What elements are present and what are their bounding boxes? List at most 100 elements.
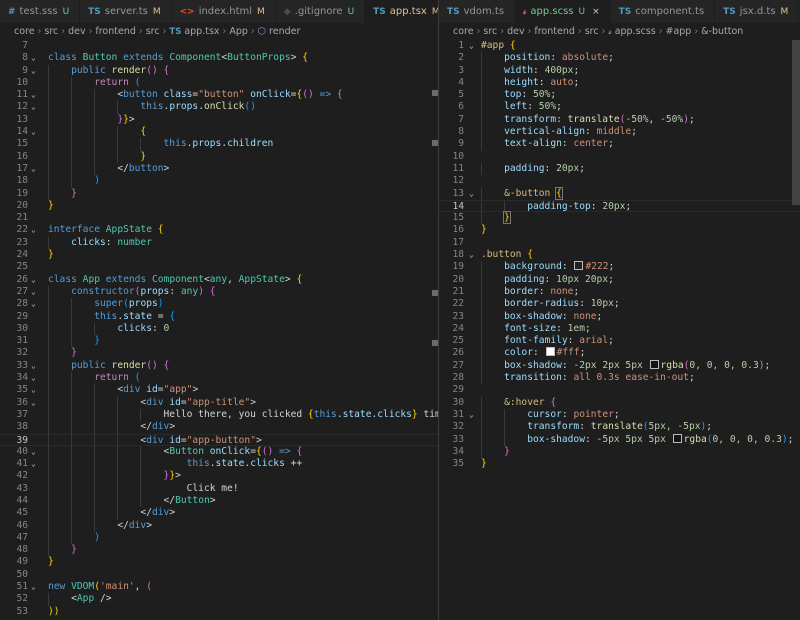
code-line[interactable]: 25 font-family: arial; — [439, 335, 800, 348]
close-icon[interactable]: × — [592, 7, 600, 17]
breadcrumb-file[interactable]: app.tsx — [184, 26, 219, 37]
chevron-down-icon[interactable]: ⌄ — [31, 384, 36, 396]
code-line[interactable]: 37 Hello there, you clicked {this.state.… — [0, 408, 438, 422]
breadcrumb-item[interactable]: src — [146, 26, 160, 37]
code-line[interactable]: 53)) — [0, 606, 438, 618]
code-line[interactable]: 22 border-radius: 10px; — [439, 298, 800, 311]
code-line[interactable]: 5 top: 50%; — [439, 89, 800, 102]
tab-vdom-ts[interactable]: TS vdom.ts — [439, 0, 516, 23]
code-line[interactable]: 46 </div> — [0, 519, 438, 532]
code-line[interactable]: 7 transform: translate(-50%, -50%); — [439, 113, 800, 127]
code-line[interactable]: 26 color: #fff; — [439, 347, 800, 360]
tab-app-tsx[interactable]: TSapp.tsxM× — [365, 0, 438, 23]
code-line[interactable]: 30 clicks: 0 — [0, 322, 438, 336]
chevron-down-icon[interactable]: ⌄ — [31, 101, 36, 113]
code-line[interactable]: 13 }}> — [0, 113, 438, 127]
code-line[interactable]: 17 — [439, 237, 800, 249]
tab-test-sss[interactable]: # test.sss U — [0, 0, 81, 23]
code-line[interactable]: 52 <App /> — [0, 593, 438, 606]
chevron-down-icon[interactable]: ⌄ — [31, 298, 36, 310]
code-line[interactable]: 16} — [439, 224, 800, 236]
breadcrumb-item[interactable]: core — [14, 26, 35, 37]
chevron-down-icon[interactable]: ⌄ — [31, 65, 36, 77]
code-line[interactable]: 13 ⌄ &-button { — [439, 186, 800, 200]
chevron-down-icon[interactable]: ⌄ — [469, 249, 474, 261]
code-line[interactable]: 21 — [0, 212, 438, 224]
code-line[interactable]: 12 — [439, 175, 800, 187]
tab-app-scss[interactable]: 𝓈 app.scss U × — [515, 0, 611, 23]
code-line[interactable]: 8 ⌄ class Button extends Component<ButtonP… — [0, 52, 438, 64]
code-line[interactable]: 19 background: #222; — [439, 261, 800, 274]
breadcrumb-item[interactable]: src — [585, 26, 599, 37]
tab-component-ts[interactable]: TS component.ts — [611, 0, 716, 23]
code-line[interactable]: 27 box-shadow: -2px 2px 5px rgba(0, 0, 0… — [439, 359, 800, 373]
code-line[interactable]: 10 return ( — [0, 76, 438, 90]
tab--gitignore[interactable]: ◆ .gitignore U — [276, 0, 366, 23]
code-line[interactable]: 23 box-shadow: none; — [439, 310, 800, 323]
code-line[interactable]: 6 left: 50%; — [439, 101, 800, 114]
code-line[interactable]: 14 padding-top: 20px; — [439, 199, 800, 213]
chevron-down-icon[interactable]: ⌄ — [31, 126, 36, 138]
code-line[interactable]: 15 this.props.children — [0, 138, 438, 151]
scroll-thumb[interactable] — [792, 40, 800, 205]
breadcrumb-item[interactable]: src — [483, 26, 497, 37]
breadcrumb-item[interactable]: core — [453, 26, 474, 37]
chevron-down-icon[interactable]: ⌄ — [469, 40, 474, 52]
code-line[interactable]: 8 vertical-align: middle; — [439, 126, 800, 139]
code-line[interactable]: 48 } — [0, 544, 438, 557]
tab-index-html[interactable]: <> index.html M — [172, 0, 276, 23]
code-line[interactable]: 12 ⌄ this.props.onClick() — [0, 101, 438, 114]
code-line[interactable]: 29 — [439, 384, 800, 396]
chevron-down-icon[interactable]: ⌄ — [31, 274, 36, 286]
code-line[interactable]: 15 } — [439, 211, 800, 225]
breadcrumb-item[interactable]: dev — [68, 26, 86, 37]
code-line[interactable]: 31 } — [0, 335, 438, 348]
code-line[interactable]: 36 ⌄ <div id="app-title"> — [0, 396, 438, 409]
code-line[interactable]: 24} — [0, 249, 438, 261]
breadcrumb-item[interactable]: frontend — [95, 26, 136, 37]
code-line[interactable]: 10 — [439, 151, 800, 163]
code-line[interactable]: 24 font-size: 1em; — [439, 322, 800, 336]
code-line[interactable]: 27 ⌄ constructor(props: any) { — [0, 285, 438, 299]
color-swatch-icon[interactable] — [649, 359, 659, 369]
breadcrumb-symbol[interactable]: &-button — [701, 26, 743, 37]
code-line[interactable]: 20 padding: 10px 20px; — [439, 273, 800, 286]
code-line[interactable]: 34 ⌄ return ( — [0, 372, 438, 385]
chevron-down-icon[interactable]: ⌄ — [31, 52, 36, 64]
code-line[interactable]: 20} — [0, 200, 438, 212]
code-line[interactable]: 41 ⌄ this.state.clicks ++ — [0, 458, 438, 471]
code-line[interactable]: 25 — [0, 261, 438, 273]
code-line[interactable]: 18 ) — [0, 175, 438, 188]
chevron-down-icon[interactable]: ⌄ — [31, 397, 36, 409]
breadcrumb-symbol[interactable]: #app — [666, 26, 692, 37]
code-line[interactable]: 21 border: none; — [439, 285, 800, 299]
breadcrumb-file[interactable]: app.scss — [615, 26, 656, 37]
code-line[interactable]: 23 clicks: number — [0, 236, 438, 250]
code-line[interactable]: 45 </div> — [0, 507, 438, 520]
code-line[interactable]: 39 <div id="app-button"> — [0, 433, 438, 446]
code-line[interactable]: 33 ⌄ public render() { — [0, 359, 438, 373]
breadcrumb-symbol[interactable]: render — [269, 26, 300, 37]
chevron-down-icon[interactable]: ⌄ — [31, 163, 36, 175]
breadcrumb-symbol[interactable]: App — [229, 26, 248, 37]
code-line[interactable]: 47 ) — [0, 531, 438, 545]
code-line[interactable]: 38 </div> — [0, 421, 438, 434]
code-line[interactable]: 19 } — [0, 187, 438, 200]
code-line[interactable]: 35 ⌄ <div id="app"> — [0, 384, 438, 397]
code-line[interactable]: 28 transition: all 0.3s ease-in-out; — [439, 372, 800, 385]
code-line[interactable]: 32 transform: translate(5px, -5px); — [439, 421, 800, 434]
code-line[interactable]: 14 ⌄ { — [0, 126, 438, 139]
code-line[interactable]: 32 } — [0, 347, 438, 360]
code-line[interactable]: 35} — [439, 458, 800, 470]
chevron-down-icon[interactable]: ⌄ — [31, 286, 36, 298]
code-line[interactable]: 40 ⌄ <Button onClick={() => { — [0, 445, 438, 459]
chevron-down-icon[interactable]: ⌄ — [31, 372, 36, 384]
code-line[interactable]: 31 ⌄ cursor: pointer; — [439, 408, 800, 422]
code-line[interactable]: 4 height: auto; — [439, 76, 800, 90]
code-line[interactable]: 9 ⌄ public render() { — [0, 64, 438, 77]
code-line[interactable]: 26 ⌄ class App extends Component<any, AppS… — [0, 274, 438, 286]
code-line[interactable]: 7 — [0, 40, 438, 52]
code-line[interactable]: 11 ⌄ <button class="button" onClick={() =… — [0, 89, 438, 102]
code-line[interactable]: 30 &:hover { — [439, 396, 800, 409]
code-line[interactable]: 9 text-align: center; — [439, 138, 800, 151]
